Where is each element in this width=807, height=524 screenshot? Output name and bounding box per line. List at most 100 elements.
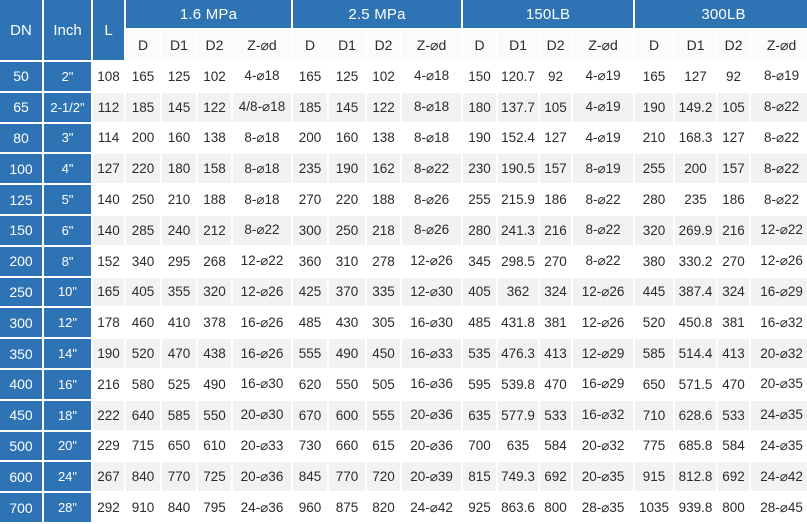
cell-16mpa-zd[interactable]: 4/8-⌀18 xyxy=(233,92,294,124)
cell-25mpa-d1[interactable]: 550 xyxy=(329,369,368,401)
cell-length[interactable]: 112 xyxy=(93,92,126,124)
cell-16mpa-d1[interactable]: 470 xyxy=(162,339,198,370)
cell-150lb-d[interactable]: 925 xyxy=(463,493,499,524)
cell-16mpa-d2[interactable]: 438 xyxy=(198,339,233,370)
cell-25mpa-d1[interactable]: 770 xyxy=(329,462,368,494)
cell-300lb-d1[interactable]: 127 xyxy=(675,62,719,93)
cell-300lb-d[interactable]: 380 xyxy=(635,246,676,278)
cell-25mpa-d2[interactable]: 335 xyxy=(367,277,403,309)
cell-150lb-d2[interactable]: 800 xyxy=(540,493,574,524)
cell-300lb-d1[interactable]: 387.4 xyxy=(675,277,719,309)
cell-16mpa-d2[interactable]: 158 xyxy=(198,154,233,186)
cell-25mpa-zd[interactable]: 20-⌀39 xyxy=(402,462,464,494)
cell-150lb-d2[interactable]: 216 xyxy=(540,215,574,247)
cell-150lb-d2[interactable]: 127 xyxy=(540,123,574,155)
cell-inch[interactable]: 24" xyxy=(44,462,93,494)
cell-150lb-d[interactable]: 815 xyxy=(463,462,499,494)
cell-150lb-d[interactable]: 280 xyxy=(463,215,499,247)
cell-25mpa-d2[interactable]: 305 xyxy=(367,308,403,340)
cell-150lb-zd[interactable]: 4-⌀19 xyxy=(573,92,636,124)
cell-300lb-d1[interactable]: 269.9 xyxy=(675,215,719,247)
cell-dn[interactable]: 150 xyxy=(0,215,44,247)
cell-16mpa-d2[interactable]: 138 xyxy=(198,123,233,155)
cell-16mpa-d2[interactable]: 188 xyxy=(198,185,233,216)
cell-25mpa-d1[interactable]: 370 xyxy=(329,277,368,309)
cell-length[interactable]: 190 xyxy=(93,339,126,370)
cell-16mpa-d2[interactable]: 378 xyxy=(198,308,233,340)
cell-25mpa-d[interactable]: 485 xyxy=(293,308,330,340)
cell-16mpa-d2[interactable]: 725 xyxy=(198,462,233,494)
cell-150lb-d[interactable]: 700 xyxy=(463,431,499,463)
cell-25mpa-d[interactable]: 360 xyxy=(293,246,330,278)
cell-16mpa-d1[interactable]: 840 xyxy=(162,493,198,524)
cell-300lb-d1[interactable]: 168.3 xyxy=(675,123,719,155)
cell-dn[interactable]: 80 xyxy=(0,123,44,155)
cell-16mpa-d[interactable]: 580 xyxy=(126,369,162,401)
cell-150lb-zd[interactable]: 8-⌀22 xyxy=(573,185,636,216)
cell-300lb-d1[interactable]: 571.5 xyxy=(675,369,719,401)
cell-150lb-d1[interactable]: 431.8 xyxy=(498,308,541,340)
cell-25mpa-d2[interactable]: 138 xyxy=(367,123,403,155)
cell-150lb-d[interactable]: 405 xyxy=(463,277,499,309)
cell-dn[interactable]: 100 xyxy=(0,154,44,186)
cell-25mpa-d[interactable]: 235 xyxy=(293,154,330,186)
cell-300lb-d1[interactable]: 149.2 xyxy=(675,92,719,124)
cell-300lb-d2[interactable]: 470 xyxy=(718,369,752,401)
cell-length[interactable]: 140 xyxy=(93,185,126,216)
cell-25mpa-zd[interactable]: 8-⌀22 xyxy=(402,154,464,186)
cell-150lb-d1[interactable]: 298.5 xyxy=(498,246,541,278)
cell-300lb-d1[interactable]: 939.8 xyxy=(675,493,719,524)
cell-16mpa-d1[interactable]: 210 xyxy=(162,185,198,216)
cell-16mpa-zd[interactable]: 12-⌀26 xyxy=(233,277,294,309)
cell-length[interactable]: 178 xyxy=(93,308,126,340)
cell-300lb-d2[interactable]: 270 xyxy=(718,246,752,278)
cell-300lb-d2[interactable]: 413 xyxy=(718,339,752,370)
cell-16mpa-d2[interactable]: 122 xyxy=(198,92,233,124)
cell-25mpa-d[interactable]: 200 xyxy=(293,123,330,155)
cell-150lb-zd[interactable]: 4-⌀19 xyxy=(573,62,636,93)
cell-300lb-zd[interactable]: 8-⌀22 xyxy=(751,185,807,216)
cell-25mpa-d[interactable]: 270 xyxy=(293,185,330,216)
cell-length[interactable]: 114 xyxy=(93,123,126,155)
cell-300lb-d1[interactable]: 514.4 xyxy=(675,339,719,370)
cell-25mpa-d1[interactable]: 600 xyxy=(329,400,368,432)
cell-16mpa-d1[interactable]: 160 xyxy=(162,123,198,155)
cell-16mpa-d[interactable]: 220 xyxy=(126,154,162,186)
cell-dn[interactable]: 300 xyxy=(0,308,44,340)
cell-300lb-d1[interactable]: 812.8 xyxy=(675,462,719,494)
cell-150lb-zd[interactable]: 12-⌀26 xyxy=(573,277,636,309)
cell-150lb-d2[interactable]: 533 xyxy=(540,400,574,432)
cell-inch[interactable]: 20" xyxy=(44,431,93,463)
cell-150lb-zd[interactable]: 8-⌀19 xyxy=(573,154,636,186)
cell-300lb-d2[interactable]: 324 xyxy=(718,277,752,309)
cell-150lb-zd[interactable]: 28-⌀35 xyxy=(573,493,636,524)
cell-150lb-d[interactable]: 595 xyxy=(463,369,499,401)
cell-150lb-zd[interactable]: 4-⌀19 xyxy=(573,123,636,155)
cell-300lb-d2[interactable]: 692 xyxy=(718,462,752,494)
cell-300lb-d2[interactable]: 216 xyxy=(718,215,752,247)
cell-25mpa-d1[interactable]: 875 xyxy=(329,493,368,524)
cell-150lb-zd[interactable]: 20-⌀35 xyxy=(573,462,636,494)
cell-150lb-d2[interactable]: 157 xyxy=(540,154,574,186)
cell-length[interactable]: 267 xyxy=(93,462,126,494)
cell-25mpa-zd[interactable]: 16-⌀36 xyxy=(402,369,464,401)
cell-150lb-d[interactable]: 230 xyxy=(463,154,499,186)
cell-25mpa-zd[interactable]: 24-⌀42 xyxy=(402,493,464,524)
cell-dn[interactable]: 50 xyxy=(0,62,44,93)
cell-150lb-d1[interactable]: 190.5 xyxy=(498,154,541,186)
cell-150lb-d[interactable]: 255 xyxy=(463,185,499,216)
cell-25mpa-d[interactable]: 670 xyxy=(293,400,330,432)
cell-16mpa-d[interactable]: 910 xyxy=(126,493,162,524)
cell-300lb-d2[interactable]: 92 xyxy=(718,62,752,93)
cell-300lb-zd[interactable]: 24-⌀42 xyxy=(751,462,807,494)
cell-25mpa-d[interactable]: 960 xyxy=(293,493,330,524)
cell-16mpa-d1[interactable]: 410 xyxy=(162,308,198,340)
cell-25mpa-d2[interactable]: 505 xyxy=(367,369,403,401)
cell-150lb-d2[interactable]: 270 xyxy=(540,246,574,278)
cell-300lb-d2[interactable]: 800 xyxy=(718,493,752,524)
cell-16mpa-zd[interactable]: 8-⌀18 xyxy=(233,185,294,216)
cell-inch[interactable]: 10" xyxy=(44,277,93,309)
cell-dn[interactable]: 450 xyxy=(0,400,44,432)
cell-16mpa-zd[interactable]: 16-⌀30 xyxy=(233,369,294,401)
cell-16mpa-d2[interactable]: 102 xyxy=(198,62,233,93)
